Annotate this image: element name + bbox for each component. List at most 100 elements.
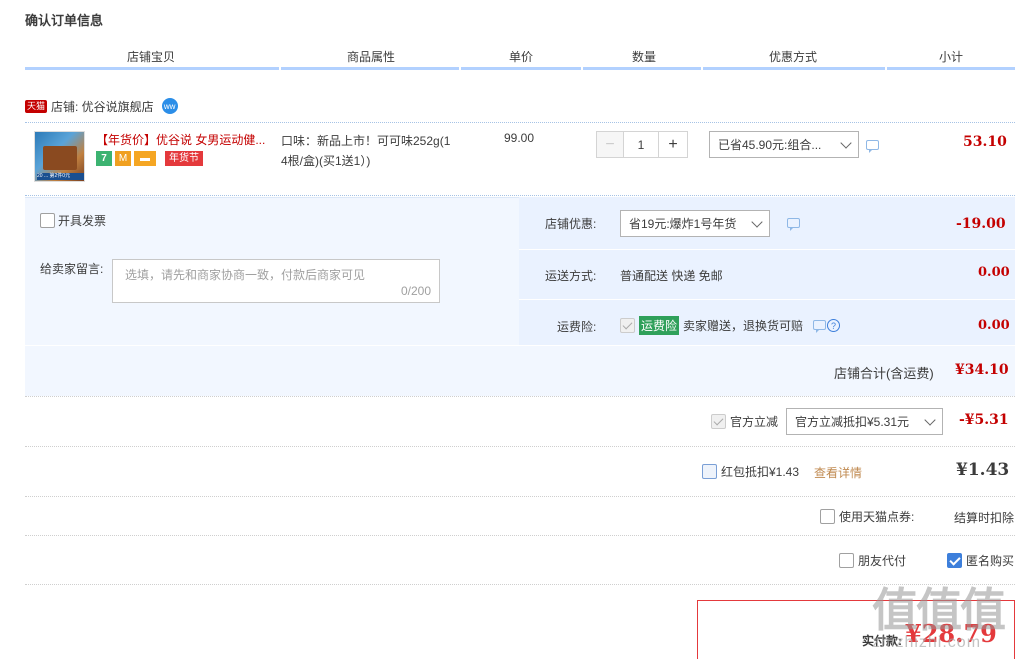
tmall-icon: 天猫	[25, 99, 48, 113]
card-icon[interactable]: ▬	[134, 151, 156, 166]
official-discount-value: 官方立减抵扣¥5.31元	[795, 415, 910, 429]
shop-name-link[interactable]: 店铺: 优谷说旗舰店	[51, 98, 154, 115]
tmall-points-value: 结算时扣除	[954, 511, 1015, 525]
watermark-text: zhizhizhi.com	[872, 634, 982, 651]
header-underline	[703, 67, 885, 70]
official-discount-checkbox	[711, 414, 726, 429]
divider	[25, 195, 1015, 196]
product-attributes: 口味：新品上市！可可味252g(1 4根/盒)(买1送1）)	[281, 131, 461, 171]
header-underline	[583, 67, 701, 70]
item-discount-value: 已省45.90元:组合...	[718, 138, 822, 152]
friend-pay-option[interactable]: 朋友代付	[839, 552, 906, 569]
redpacket-checkbox[interactable]	[702, 464, 717, 479]
invoice-option[interactable]: 开具发票	[40, 212, 106, 229]
product-box-image	[43, 146, 77, 170]
official-discount-label: 官方立减	[730, 415, 779, 429]
message-placeholder: 选填，请先和商家协商一致，付款后商家可见	[125, 268, 366, 282]
friend-pay-checkbox[interactable]	[839, 553, 854, 568]
invoice-checkbox[interactable]	[40, 213, 55, 228]
official-discount-amount: -¥5.31	[959, 412, 1009, 428]
festival-badge: 年货节	[165, 151, 203, 166]
row-divider	[519, 249, 1015, 250]
tmall-points-option[interactable]: 使用天猫点券:	[820, 508, 914, 525]
friend-pay-label: 朋友代付	[858, 554, 907, 568]
thumb-label: 20 ... 第2件0元	[37, 173, 84, 180]
seven-day-return-icon[interactable]: 7	[96, 151, 112, 166]
col-subtotal: 小计	[938, 50, 963, 64]
anonymous-label: 匿名购买	[966, 554, 1015, 568]
shop-discount-value: 省19元:爆炸1号年货	[629, 217, 737, 231]
redpacket-details-link[interactable]: 查看详情	[814, 464, 862, 481]
wangwang-chat-icon[interactable]: ww	[161, 98, 178, 114]
header-underline	[25, 67, 279, 70]
divider	[25, 446, 1015, 447]
item-subtotal: 53.10	[963, 134, 1007, 150]
product-thumbnail[interactable]: 20 ... 第2件0元	[34, 131, 85, 182]
insurance-amount: 0.00	[978, 318, 1010, 333]
insurance-checkbox	[620, 318, 635, 333]
column-header: 店铺宝贝 商品属性 单价 数量 优惠方式 小计	[25, 48, 1015, 68]
col-qty: 数量	[631, 50, 656, 64]
qty-input[interactable]: 1	[624, 131, 658, 158]
shop-discount-amount: -19.00	[956, 216, 1006, 232]
comment-icon[interactable]	[866, 140, 879, 153]
divider	[25, 496, 1015, 497]
chevron-down-icon	[751, 215, 763, 228]
insurance-label: 运费险:	[557, 320, 597, 334]
attr-line: 4根/盒)(买1送1）)	[281, 154, 371, 168]
comment-icon[interactable]	[787, 218, 800, 231]
redpacket-amount: ¥1.43	[956, 460, 1010, 480]
divider	[25, 535, 1015, 536]
col-shop-item: 店铺宝贝	[126, 50, 175, 64]
header-underline	[461, 67, 581, 70]
help-icon[interactable]: ?	[827, 319, 840, 332]
divider	[25, 396, 1015, 397]
row-divider	[519, 299, 1015, 300]
qty-increase-button[interactable]: +	[658, 131, 688, 158]
shop-total-amount: ¥34.10	[955, 362, 1009, 378]
col-discount: 优惠方式	[768, 50, 817, 64]
quantity-stepper: − 1 +	[596, 131, 688, 158]
header-underline	[887, 67, 1015, 70]
divider	[25, 122, 1015, 123]
shop-discount-select[interactable]: 省19元:爆炸1号年货	[620, 210, 770, 237]
watermark-logo: 值值值	[872, 583, 1006, 637]
tmall-points-label: 使用天猫点券:	[839, 510, 915, 524]
insurance-value: 卖家赠送，退换货可赔	[683, 319, 804, 333]
insurance-row: 运费险 卖家赠送，退换货可赔	[620, 316, 803, 335]
header-underline	[281, 67, 459, 70]
page-title: 确认订单信息	[25, 13, 104, 28]
unit-price: 99.00	[504, 131, 535, 145]
col-price: 单价	[508, 50, 533, 64]
item-discount-select[interactable]: 已省45.90元:组合...	[709, 131, 859, 158]
attr-line: 口味：新品上市！可可味252g(1	[281, 134, 451, 148]
insurance-tag: 运费险	[639, 316, 680, 335]
invoice-label: 开具发票	[58, 214, 107, 228]
anonymous-checkbox[interactable]	[947, 553, 962, 568]
official-discount-select[interactable]: 官方立减抵扣¥5.31元	[786, 408, 943, 435]
divider	[25, 584, 1015, 585]
member-icon[interactable]: M	[115, 151, 131, 166]
row-divider	[25, 345, 1015, 346]
comment-icon[interactable]	[813, 320, 826, 333]
message-counter: 0/200	[400, 284, 431, 298]
chevron-down-icon	[924, 413, 936, 426]
product-name-link[interactable]: 【年货价】优谷说 女男运动健...	[96, 131, 271, 148]
redpacket-option[interactable]: 红包抵扣¥1.43	[702, 463, 799, 480]
anonymous-option[interactable]: 匿名购买	[947, 552, 1014, 569]
shop-row: 天猫 店铺: 优谷说旗舰店 ww	[25, 97, 178, 115]
redpacket-label: 红包抵扣¥1.43	[721, 465, 800, 479]
shipping-amount: 0.00	[978, 265, 1010, 280]
official-discount-option: 官方立减	[711, 413, 778, 430]
message-label: 给卖家留言:	[40, 262, 104, 276]
col-attr: 商品属性	[346, 50, 395, 64]
chevron-down-icon	[840, 136, 852, 149]
product-badges: 7 M ▬ 年货节	[96, 151, 203, 166]
shipping-label: 运送方式:	[545, 269, 597, 283]
tmall-points-checkbox[interactable]	[820, 509, 835, 524]
qty-decrease-button[interactable]: −	[596, 131, 624, 158]
shipping-value: 普通配送 快递 免邮	[620, 269, 723, 283]
shop-discount-label: 店铺优惠:	[545, 217, 597, 231]
seller-message-textarea[interactable]: 选填，请先和商家协商一致，付款后商家可见 0/200	[112, 259, 440, 303]
shop-total-label: 店铺合计(含运费)	[834, 366, 934, 381]
